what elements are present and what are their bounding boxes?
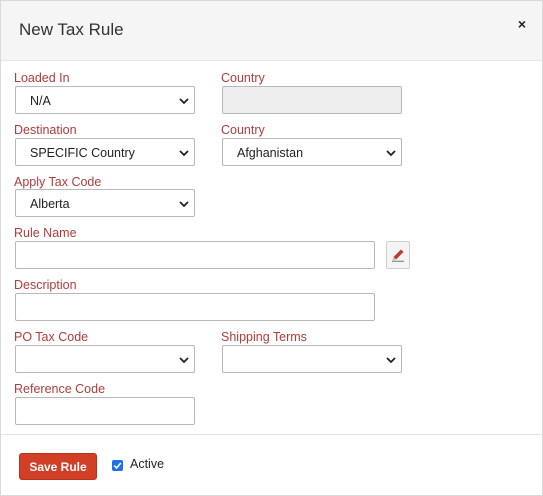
new-tax-rule-dialog: New Tax Rule × Loaded In N/A Country Des… [0,0,543,496]
dialog-title: New Tax Rule [19,20,124,39]
chevron-down-icon [179,150,189,157]
description-input[interactable] [15,293,375,321]
pencil-icon [392,249,404,262]
chevron-down-icon [179,98,189,105]
apply-tax-code-value: Alberta [30,197,70,211]
dialog-header: New Tax Rule × [1,1,542,61]
active-label[interactable]: Active [130,457,164,471]
reference-code-label: Reference Code [14,382,106,396]
loaded-in-value: N/A [30,94,51,108]
destination-country-label: Country [221,123,265,137]
apply-tax-code-label: Apply Tax Code [14,175,102,189]
chevron-down-icon [179,201,189,208]
po-tax-code-label: PO Tax Code [14,330,89,344]
loaded-in-select[interactable]: N/A [15,86,195,114]
edit-rule-name-button[interactable] [386,241,410,269]
close-icon[interactable]: × [518,16,526,32]
rule-name-input[interactable] [15,241,375,269]
chevron-down-icon [179,357,189,364]
destination-country-value: Afghanistan [237,146,304,160]
save-rule-button[interactable]: Save Rule [19,453,97,480]
description-label: Description [14,278,77,292]
shipping-terms-select[interactable] [222,345,402,373]
destination-country-select[interactable]: Afghanistan [222,138,402,166]
chevron-down-icon [386,150,396,157]
checkmark-icon [113,462,122,470]
country-field-disabled [222,86,402,114]
apply-tax-code-select[interactable]: Alberta [15,189,195,217]
destination-label: Destination [14,123,77,137]
chevron-down-icon [386,357,396,364]
loaded-in-label: Loaded In [14,71,70,85]
rule-name-label: Rule Name [14,226,77,240]
country-label: Country [221,71,265,85]
shipping-terms-label: Shipping Terms [221,330,307,344]
reference-code-input[interactable] [15,397,195,425]
po-tax-code-select[interactable] [15,345,195,373]
active-checkbox[interactable] [112,460,123,471]
footer-divider [1,434,542,435]
destination-select[interactable]: SPECIFIC Country [15,138,195,166]
destination-value: SPECIFIC Country [30,146,135,160]
